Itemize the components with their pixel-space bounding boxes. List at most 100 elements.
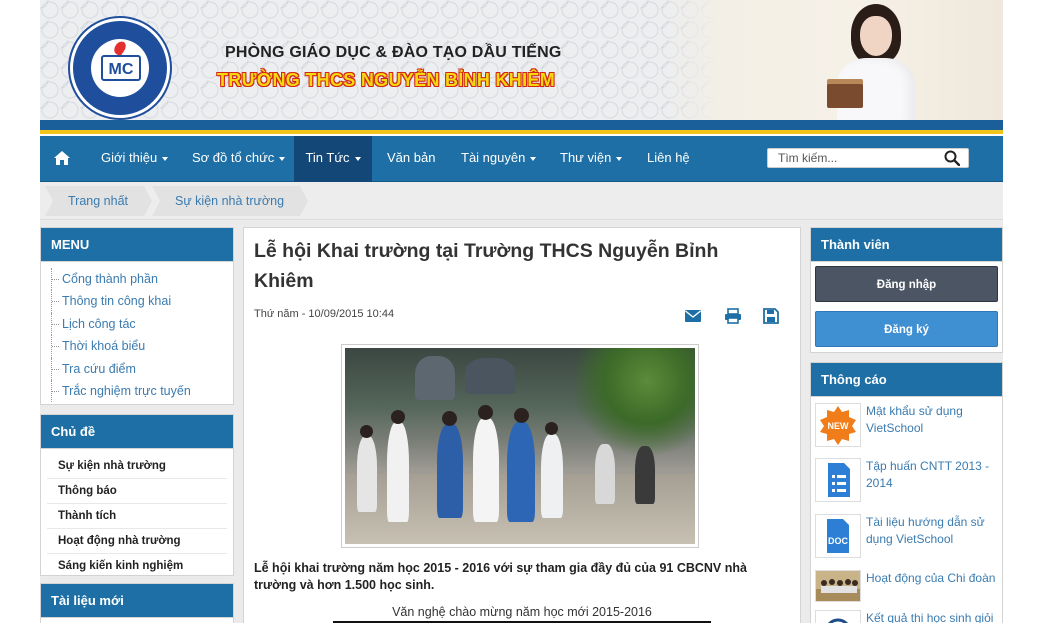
photo-students [345,348,695,544]
topic-item[interactable]: Hoạt động nhà trường [47,529,227,554]
nav-label: Tin Tức [305,150,350,165]
search-box [767,148,969,168]
article-caption: Văn nghệ chào mừng năm học mới 2015-2016 [392,605,652,619]
email-icon[interactable] [684,308,702,324]
new-docs-panel: Tài liệu mới [40,583,234,623]
topic-item[interactable]: Sáng kiến kinh nghiệm [47,554,227,579]
photo-student [541,434,563,518]
register-button[interactable]: Đăng ký [815,311,998,347]
notice-title[interactable]: Kết quả thi học sinh giỏi [866,610,1000,623]
notice-thumb [815,610,861,623]
article-lead: Lễ hội khai trường năm học 2015 - 2016 v… [254,561,747,592]
nav-item-lien-he[interactable]: Liên hệ [645,136,692,182]
svg-text:DOC: DOC [828,536,849,546]
photo-student [437,424,463,518]
article: Lễ hội Khai trường tại Trường THCS Nguyễ… [243,227,801,623]
new-badge-icon: NEW [820,406,856,445]
photo-student [357,436,377,512]
main-nav: Giới thiệu Sơ đồ tổ chức Tin Tức Văn bản… [40,136,1003,182]
topics-panel-title: Chủ đề [41,415,233,449]
banner-photo [661,0,1003,120]
nav-item-van-ban[interactable]: Văn bản [385,136,437,182]
logo-mark: MC [101,55,141,81]
notice-title[interactable]: Tài liệu hướng dẫn sử dụng VietSchool [866,514,1000,548]
notice-thumb: DOC [815,514,861,558]
school-name: TRƯỜNG THCS NGUYỄN BỈNH KHIÊM [217,70,555,90]
breadcrumb-current[interactable]: Sự kiện nhà trường [152,186,309,216]
photo-student-head [545,422,558,435]
topic-item[interactable]: Thành tích [47,504,227,529]
photo-trees [575,348,695,458]
award-icon [827,618,849,623]
new-docs-panel-title: Tài liệu mới [41,584,233,618]
photo-student-head [442,411,457,426]
nav-item-tai-nguyen[interactable]: Tài nguyên [459,136,538,182]
home-icon[interactable] [54,151,70,165]
menu-item[interactable]: Cổng thành phần [51,268,233,291]
search-icon[interactable] [944,150,960,166]
department-name: PHÒNG GIÁO DỤC & ĐÀO TẠO DẦU TIẾNG [225,44,562,61]
nav-label: Thư viện [560,150,612,165]
header-stripe-blue [40,120,1003,130]
menu-panel: MENU Cổng thành phần Thông tin công khai… [40,227,234,405]
breadcrumb-home[interactable]: Trang nhất [45,186,152,216]
menu-item[interactable]: Thời khoá biểu [51,335,233,358]
group-photo-icon [816,571,860,601]
menu-item[interactable]: Tra cứu điểm [51,357,233,380]
page-wrapper: MC PHÒNG GIÁO DỤC & ĐÀO TẠO DẦU TIẾNG TR… [40,0,1003,623]
nav-item-thu-vien[interactable]: Thư viện [558,136,624,182]
nav-item-tin-tuc[interactable]: Tin Tức [294,136,372,182]
photo-student [507,422,535,522]
article-date: Thứ năm - 10/09/2015 10:44 [254,308,395,320]
breadcrumb: Trang nhất Sự kiện nhà trường [40,182,1003,220]
caret-down-icon [162,156,169,161]
notices-panel: Thông cáo NEW Mật khẩu sử dụng VietSchoo… [810,362,1003,623]
svg-text:NEW: NEW [828,421,850,431]
notice-thumb: NEW [815,403,861,447]
nav-item-so-do-to-chuc[interactable]: Sơ đồ tổ chức [190,136,287,182]
notice-title[interactable]: Tập huấn CNTT 2013 - 2014 [866,458,1000,492]
notices-panel-title: Thông cáo [811,363,1002,397]
menu-item[interactable]: Lịch công tác [51,312,233,336]
photo-student [473,418,499,522]
photo-student-head [478,405,493,420]
document-icon [828,463,850,497]
photo-student-head [391,410,405,424]
members-panel-title: Thành viên [811,228,1002,262]
student-photo-books [827,84,863,108]
photo-student-head [360,425,373,438]
print-icon[interactable] [724,308,742,324]
menu-panel-title: MENU [41,228,233,262]
nav-label: Sơ đồ tổ chức [192,150,275,165]
photo-crowd [465,358,515,394]
login-button[interactable]: Đăng nhập [815,266,998,302]
doc-file-icon: DOC [827,519,849,553]
caret-down-icon [279,156,286,161]
photo-student-head [514,408,529,423]
nav-item-gioi-thieu[interactable]: Giới thiệu [99,136,170,182]
photo-student [635,446,655,504]
topic-item[interactable]: Thông báo [47,479,227,504]
menu-item[interactable]: Trắc nghiệm trực tuyến [51,379,233,403]
notice-thumb-photo [815,570,861,602]
notice-title[interactable]: Mật khẩu sử dụng VietSchool [866,403,1000,437]
save-icon[interactable] [762,308,780,324]
nav-label: Văn bản [387,150,436,165]
nav-label: Liên hệ [647,150,690,165]
menu-item[interactable]: Thông tin công khai [51,290,233,313]
nav-label: Tài nguyên [461,150,526,165]
search-input[interactable] [768,149,938,167]
photo-student [595,444,615,504]
topics-list: Sự kiện nhà trường Thông báo Thành tích … [41,449,233,579]
members-panel: Thành viên Đăng nhập Đăng ký [810,227,1003,353]
caret-down-icon [616,156,623,161]
photo-student [387,422,409,522]
photo-crowd [415,356,455,400]
school-logo[interactable]: MC [70,18,170,118]
article-title: Lễ hội Khai trường tại Trường THCS Nguyễ… [254,240,719,292]
topics-panel: Chủ đề Sự kiện nhà trường Thông báo Thàn… [40,414,234,579]
caret-down-icon [354,156,361,161]
topic-item[interactable]: Sự kiện nhà trường [47,454,227,479]
article-photo[interactable] [341,344,699,548]
notice-title[interactable]: Hoạt động của Chi đoàn [866,570,1000,587]
